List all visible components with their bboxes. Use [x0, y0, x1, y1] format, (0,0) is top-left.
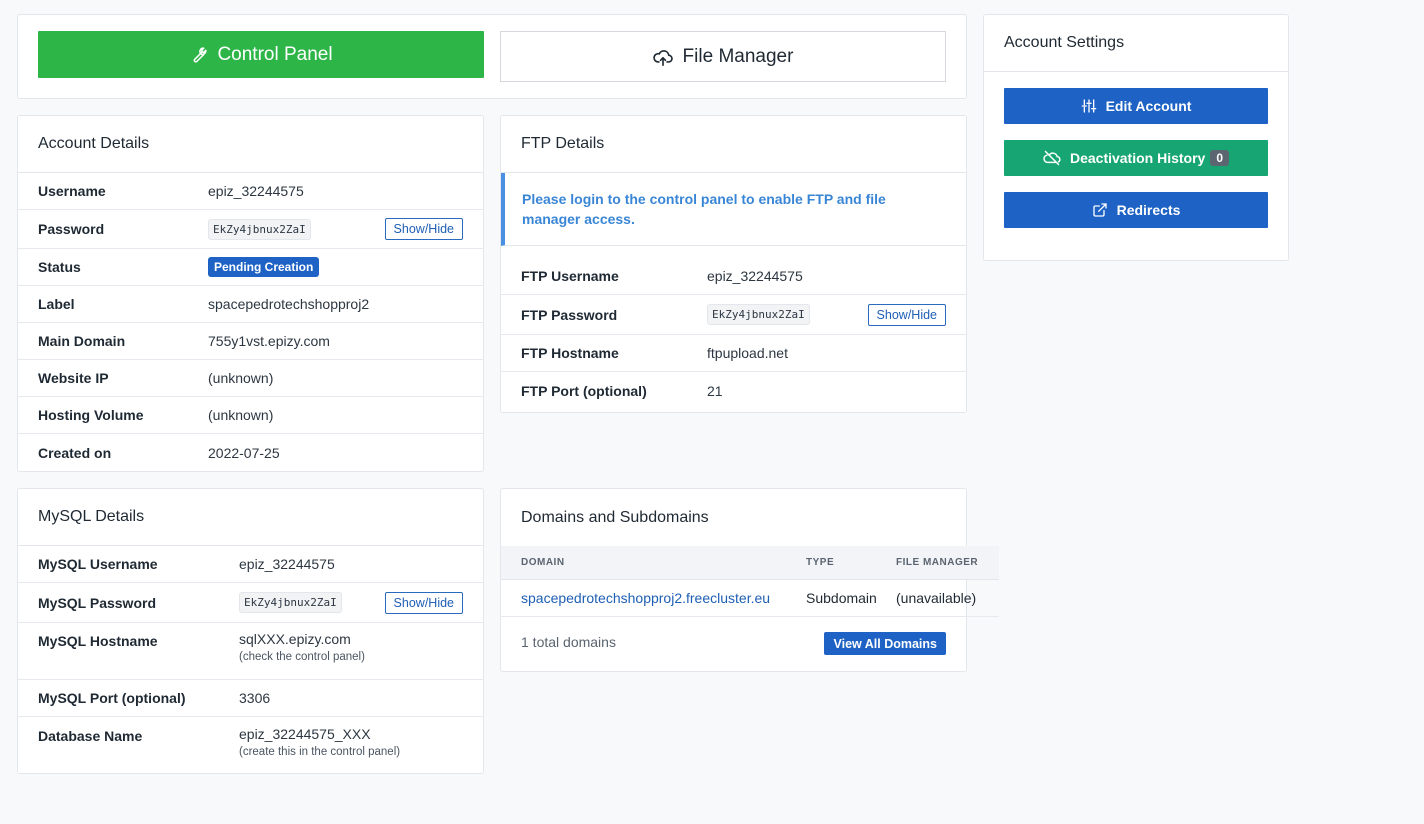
- account-row-username: Username epiz_32244575: [18, 173, 483, 210]
- mysql-password-label: MySQL Password: [38, 594, 157, 611]
- domain-type: Subdomain: [806, 579, 896, 617]
- deactivation-history-label: Deactivation History: [1069, 150, 1206, 166]
- redirects-label: Redirects: [1116, 202, 1181, 218]
- main-domain-label: Main Domain: [38, 333, 126, 349]
- account-row-status: Status Pending Creation: [18, 249, 483, 286]
- database-name-label: Database Name: [38, 728, 143, 744]
- mysql-hostname-cell: sqlXXX.epizy.com (check the control pane…: [239, 631, 365, 663]
- ftp-row-port: FTP Port (optional) 21: [501, 372, 966, 409]
- mysql-row-port: MySQL Port (optional) 3306: [18, 680, 483, 717]
- website-ip-label: Website IP: [38, 370, 109, 386]
- created-on-label: Created on: [38, 444, 112, 461]
- domains-card: Domains and Subdomains DOMAIN TYPE FILE …: [500, 488, 999, 672]
- label-label: Label: [38, 296, 75, 312]
- database-name-value: epiz_32244575_XXX: [239, 726, 371, 742]
- mysql-row-username: MySQL Username epiz_32244575: [18, 546, 483, 583]
- top-actions-card: Control Panel File Manager: [17, 14, 967, 99]
- domains-table-header: DOMAIN TYPE FILE MANAGER: [501, 546, 999, 580]
- ftp-details-title: FTP Details: [501, 116, 966, 173]
- hosting-volume-value: (unknown): [208, 407, 274, 423]
- mysql-port-value: 3306: [239, 690, 271, 706]
- mysql-hostname-label: MySQL Hostname: [38, 633, 158, 649]
- account-details-title: Account Details: [18, 116, 483, 173]
- status-label: Status: [38, 259, 81, 275]
- mysql-username-label: MySQL Username: [38, 556, 158, 572]
- ftp-port-value: 21: [707, 382, 723, 399]
- redirects-button[interactable]: Redirects: [1004, 192, 1268, 228]
- file-manager-button[interactable]: File Manager: [500, 31, 946, 82]
- account-row-main-domain: Main Domain 755y1vst.epizy.com: [18, 323, 483, 360]
- database-name-note: (create this in the control panel): [239, 746, 401, 758]
- deactivation-count-badge: 0: [1210, 150, 1230, 166]
- label-value: spacepedrotechshopproj2: [208, 296, 370, 312]
- domain-link[interactable]: spacepedrotechshopproj2.freecluster.eu: [521, 590, 770, 606]
- ftp-password-label: FTP Password: [521, 306, 618, 323]
- ftp-row-password: FTP Password EkZy4jbnux2ZaI Show/Hide: [501, 295, 966, 335]
- ftp-hostname-label: FTP Hostname: [521, 345, 619, 361]
- hosting-volume-label: Hosting Volume: [38, 407, 144, 423]
- mysql-port-label: MySQL Port (optional): [38, 690, 186, 706]
- cloud-off-icon: [1043, 150, 1061, 166]
- password-label: Password: [38, 221, 105, 237]
- external-link-icon: [1092, 202, 1108, 218]
- mysql-details-title: MySQL Details: [18, 489, 483, 546]
- ftp-row-hostname: FTP Hostname ftpupload.net: [501, 335, 966, 372]
- table-row: spacepedrotechshopproj2.freecluster.eu S…: [501, 579, 999, 617]
- ftp-username-value: epiz_32244575: [707, 268, 803, 284]
- column-file-manager: FILE MANAGER: [896, 546, 999, 580]
- control-panel-label: Control Panel: [217, 43, 333, 65]
- deactivation-history-button[interactable]: Deactivation History 0: [1004, 140, 1268, 176]
- edit-account-button[interactable]: Edit Account: [1004, 88, 1268, 124]
- ftp-details-card: FTP Details Please login to the control …: [500, 115, 967, 413]
- show-hide-ftp-password-button[interactable]: Show/Hide: [867, 303, 946, 326]
- account-row-password: Password EkZy4jbnux2ZaI Show/Hide: [18, 210, 483, 249]
- password-value: EkZy4jbnux2ZaI: [208, 218, 311, 240]
- ftp-alert: Please login to the control panel to ena…: [501, 173, 966, 246]
- username-value: epiz_32244575: [208, 183, 304, 199]
- domains-table: DOMAIN TYPE FILE MANAGER spacepedrotechs…: [501, 546, 999, 617]
- view-all-domains-button[interactable]: View All Domains: [824, 632, 946, 655]
- show-hide-mysql-password-button[interactable]: Show/Hide: [384, 591, 463, 614]
- wrench-icon: [189, 46, 208, 64]
- column-type: TYPE: [806, 546, 896, 580]
- ftp-hostname-value: ftpupload.net: [707, 345, 788, 361]
- account-row-hosting-volume: Hosting Volume (unknown): [18, 397, 483, 434]
- status-badge: Pending Creation: [208, 257, 320, 277]
- show-hide-password-button[interactable]: Show/Hide: [384, 218, 463, 240]
- created-on-value: 2022-07-25: [208, 444, 280, 461]
- ftp-row-username: FTP Username epiz_32244575: [501, 258, 966, 295]
- domains-total: 1 total domains: [521, 634, 616, 650]
- mysql-hostname-note: (check the control panel): [239, 651, 365, 663]
- mysql-row-password: MySQL Password EkZy4jbnux2ZaI Show/Hide: [18, 583, 483, 623]
- ftp-password-value: EkZy4jbnux2ZaI: [707, 304, 810, 325]
- file-manager-label: File Manager: [682, 45, 794, 67]
- account-row-label: Label spacepedrotechshopproj2: [18, 286, 483, 323]
- account-row-website-ip: Website IP (unknown): [18, 360, 483, 397]
- edit-account-label: Edit Account: [1105, 98, 1192, 114]
- database-name-cell: epiz_32244575_XXX (create this in the co…: [239, 726, 400, 758]
- mysql-details-card: MySQL Details MySQL Username epiz_322445…: [17, 488, 484, 774]
- mysql-username-value: epiz_32244575: [239, 556, 335, 572]
- account-settings-title: Account Settings: [984, 15, 1288, 72]
- account-details-card: Account Details Username epiz_32244575 P…: [17, 115, 484, 472]
- mysql-password-value: EkZy4jbnux2ZaI: [239, 592, 342, 613]
- ftp-username-label: FTP Username: [521, 268, 619, 284]
- account-settings-card: Account Settings Edit Account Deactivati…: [983, 14, 1289, 261]
- sliders-icon: [1081, 98, 1097, 114]
- mysql-hostname-value: sqlXXX.epizy.com: [239, 631, 351, 647]
- domains-title: Domains and Subdomains: [521, 508, 709, 526]
- account-row-created-on: Created on 2022-07-25: [18, 434, 483, 471]
- column-domain: DOMAIN: [501, 546, 806, 580]
- website-ip-value: (unknown): [208, 370, 274, 386]
- domain-file-manager: (unavailable): [896, 579, 999, 617]
- ftp-port-label: FTP Port (optional): [521, 382, 647, 399]
- main-domain-value: 755y1vst.epizy.com: [208, 333, 330, 349]
- cloud-upload-icon: [652, 48, 673, 66]
- control-panel-button[interactable]: Control Panel: [38, 31, 484, 78]
- mysql-row-database: Database Name epiz_32244575_XXX (create …: [18, 717, 483, 773]
- mysql-row-hostname: MySQL Hostname sqlXXX.epizy.com (check t…: [18, 623, 483, 680]
- username-label: Username: [38, 183, 106, 199]
